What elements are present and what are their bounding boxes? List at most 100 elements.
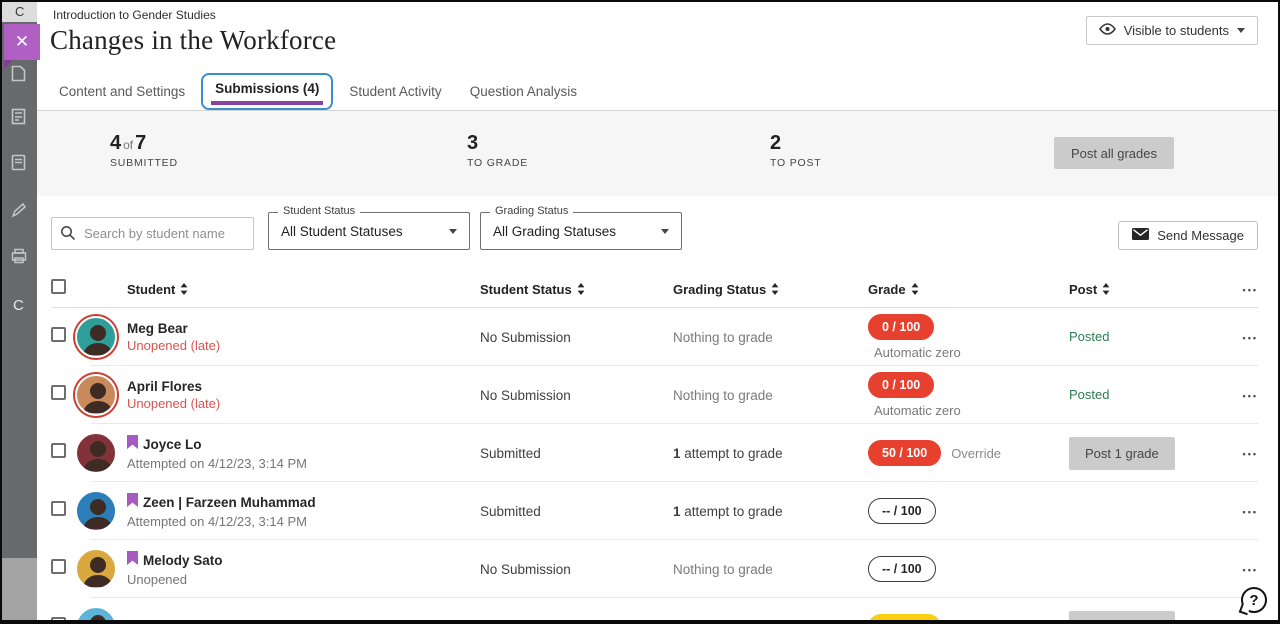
close-panel-button[interactable]: ✕ xyxy=(4,24,40,60)
student-status: Submitted xyxy=(480,446,673,461)
table-row: Joyce Lo Attempted on 4/12/23, 3:14 PM S… xyxy=(51,424,1258,482)
search-input[interactable] xyxy=(51,217,254,250)
avatar xyxy=(75,606,117,624)
student-status-select[interactable]: Student Status All Student Statuses xyxy=(268,212,470,250)
pen-icon xyxy=(11,202,27,223)
grading-status: Nothing to grade xyxy=(673,620,868,624)
submission-subtext: Unopened xyxy=(127,572,480,587)
row-checkbox[interactable] xyxy=(51,443,66,458)
student-status: No Submission xyxy=(480,330,673,345)
avatar xyxy=(75,432,117,474)
tab-student-activity[interactable]: Student Activity xyxy=(337,76,453,107)
row-checkbox[interactable] xyxy=(51,617,66,624)
student-name-link[interactable]: Joyce Lo xyxy=(143,437,202,452)
table-row: Meg Bear Unopened (late) No Submission N… xyxy=(51,308,1258,366)
student-name-link[interactable]: Melody Sato xyxy=(143,553,223,568)
send-message-button[interactable]: Send Message xyxy=(1118,221,1258,250)
visibility-label: Visible to students xyxy=(1124,23,1229,38)
avatar xyxy=(75,374,117,416)
student-name-link[interactable]: Meg Bear xyxy=(127,321,188,336)
background-heading-letter: C xyxy=(13,297,24,314)
tab-question-analysis[interactable]: Question Analysis xyxy=(458,76,589,107)
submission-subtext: Unopened (late) xyxy=(127,338,480,353)
student-status-select-label: Student Status xyxy=(278,205,360,217)
chevron-down-icon xyxy=(661,229,669,234)
calculator-icon xyxy=(11,108,26,130)
sort-icon xyxy=(577,283,585,295)
grade-pill[interactable]: 70 / 100 xyxy=(868,614,941,624)
grading-status-select[interactable]: Grading Status All Grading Statuses xyxy=(480,212,682,250)
tab-content-and-settings[interactable]: Content and Settings xyxy=(47,76,197,107)
filter-row: Student Status All Student Statuses Grad… xyxy=(51,210,1258,250)
select-all-checkbox[interactable] xyxy=(51,279,66,294)
avatar xyxy=(75,316,117,358)
envelope-icon xyxy=(1132,228,1149,243)
background-nav-strip: C C xyxy=(2,2,37,620)
row-checkbox[interactable] xyxy=(51,501,66,516)
submission-subtext: Attempted on 4/12/23, 3:14 PM xyxy=(127,456,480,471)
chevron-down-icon xyxy=(449,229,457,234)
table-row: April Flores Unopened (late) No Submissi… xyxy=(51,366,1258,424)
grading-status: 1 attempt to grade xyxy=(673,446,868,461)
sort-icon xyxy=(180,283,188,295)
student-name-link[interactable]: Arden Tuomala xyxy=(127,620,224,624)
tab-submissions[interactable]: Submissions (4) xyxy=(201,73,333,110)
visibility-dropdown[interactable]: Visible to students xyxy=(1086,16,1258,45)
strip-scrollbar xyxy=(2,558,37,620)
row-options-menu[interactable]: ••• xyxy=(1243,391,1258,401)
grade-pill[interactable]: 50 / 100 xyxy=(868,440,941,466)
row-checkbox[interactable] xyxy=(51,559,66,574)
grade-pill[interactable]: -- / 100 xyxy=(868,556,936,582)
submission-subtext: Unopened (late) xyxy=(127,396,480,411)
col-grade[interactable]: Grade xyxy=(868,282,1069,297)
post-grade-button[interactable]: Post 1 grade xyxy=(1069,437,1175,470)
table-options-menu[interactable]: ••• xyxy=(1243,285,1258,295)
avatar xyxy=(75,490,117,532)
background-heading-letter: C xyxy=(15,4,24,19)
row-options-menu[interactable]: ••• xyxy=(1243,333,1258,343)
grade-pill[interactable]: 0 / 100 xyxy=(868,314,934,340)
row-checkbox[interactable] xyxy=(51,385,66,400)
grading-status: Nothing to grade xyxy=(673,388,868,403)
stat-to-post: 2 TO POST xyxy=(770,132,822,169)
post-all-grades-button[interactable]: Post all grades xyxy=(1054,137,1174,169)
grading-status-select-value: All Grading Statuses xyxy=(493,224,616,239)
student-status: Submitted xyxy=(480,504,673,519)
sort-icon xyxy=(911,283,919,295)
grade-pill[interactable]: -- / 100 xyxy=(868,498,936,524)
stat-to-grade: 3 TO GRADE xyxy=(467,132,528,169)
bookmark-flag-icon xyxy=(127,551,138,570)
student-status: Submitted xyxy=(480,620,673,624)
grading-status: Nothing to grade xyxy=(673,330,868,345)
table-row: Melody Sato Unopened No Submission Nothi… xyxy=(51,540,1258,598)
student-name-link[interactable]: Zeen | Farzeen Muhammad xyxy=(143,495,316,510)
assessment-panel: Introduction to Gender Studies Changes i… xyxy=(37,2,1278,620)
col-grading-status[interactable]: Grading Status xyxy=(673,282,868,297)
grade-pill[interactable]: 0 / 100 xyxy=(868,372,934,398)
student-status-select-value: All Student Statuses xyxy=(281,224,403,239)
col-student[interactable]: Student xyxy=(127,282,480,297)
avatar xyxy=(75,548,117,590)
tab-bar: Content and Settings Submissions (4) Stu… xyxy=(37,72,1278,111)
grade-note: Automatic zero xyxy=(874,403,1069,418)
sort-icon xyxy=(1102,283,1110,295)
table-row: Zeen | Farzeen Muhammad Attempted on 4/1… xyxy=(51,482,1258,540)
help-button[interactable]: ? xyxy=(1241,587,1267,613)
post-grade-button[interactable]: Post 1 grade xyxy=(1069,611,1175,624)
grade-override-note: Override xyxy=(951,446,1001,461)
app-window: C C ✕ Introduction to Gender Studies Cha… xyxy=(0,0,1280,624)
grading-status: 1 attempt to grade xyxy=(673,504,868,519)
table-header: Student Student Status Grading Status Gr… xyxy=(51,271,1258,308)
col-post[interactable]: Post xyxy=(1069,282,1229,297)
student-name-link[interactable]: April Flores xyxy=(127,379,202,394)
row-options-menu[interactable]: ••• xyxy=(1243,507,1258,517)
col-student-status[interactable]: Student Status xyxy=(480,282,673,297)
row-options-menu[interactable]: ••• xyxy=(1243,565,1258,575)
posted-status: Posted xyxy=(1069,387,1109,402)
row-options-menu[interactable]: ••• xyxy=(1243,449,1258,459)
close-button-fold xyxy=(4,60,13,69)
eye-icon xyxy=(1099,23,1116,38)
grading-status: Nothing to grade xyxy=(673,562,868,577)
row-checkbox[interactable] xyxy=(51,327,66,342)
grade-note: Automatic zero xyxy=(874,345,1069,360)
